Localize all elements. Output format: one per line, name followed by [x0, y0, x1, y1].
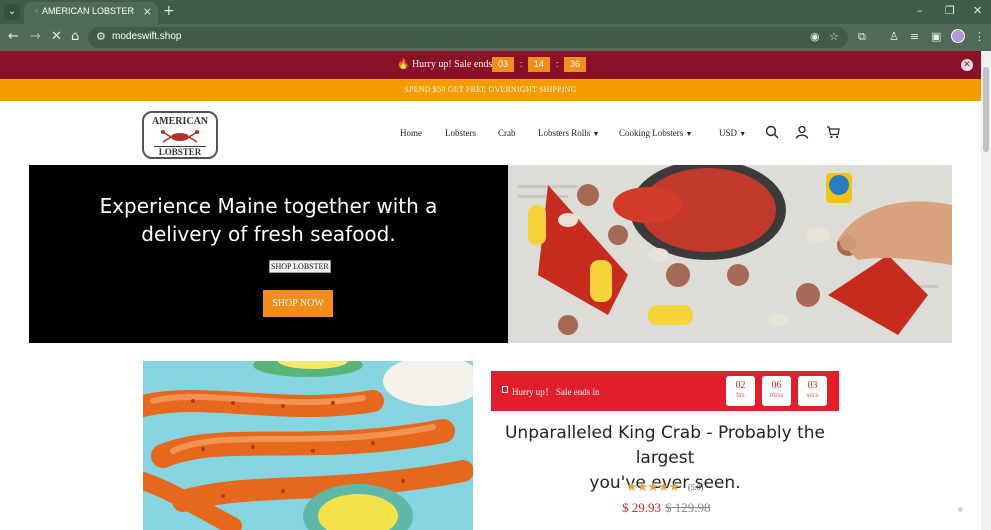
countdown-hrs-value: 02: [735, 380, 746, 391]
countdown-secs-label: secs: [806, 391, 819, 399]
hero-title: Experience Maine together with a deliver…: [29, 192, 508, 248]
browser-tab-bar: ⌄ ◦ AMERICAN LOBSTER × + – ❐ ✕: [0, 0, 991, 24]
page-scrollbar[interactable]: [981, 51, 991, 530]
new-tab-icon[interactable]: +: [163, 3, 175, 19]
extensions-icon[interactable]: ⧉: [858, 30, 866, 44]
announcement-bar: 🔥 Hurry up! Sale ends in 03 : 14 : 36 ✕: [0, 51, 981, 79]
logo-text-top: AMERICAN: [151, 116, 209, 127]
forward-icon[interactable]: →: [30, 29, 41, 44]
chat-widget-dot[interactable]: [958, 507, 963, 512]
countdown-mins-value: 06: [771, 380, 782, 391]
shipping-banner: SPEND $50 GET FREE OVERNIGHT SHIPPING: [0, 79, 981, 101]
shop-now-button[interactable]: SHOP NOW: [263, 290, 333, 317]
lobster-logo-icon: [161, 130, 199, 143]
browser-tab[interactable]: ◦ AMERICAN LOBSTER ×: [24, 2, 158, 24]
nav-lobster-rolls-label: Lobsters Rolls: [538, 128, 591, 138]
king-crab-image: [143, 361, 473, 530]
nav-lobster-rolls[interactable]: Lobsters Rolls ▼: [538, 128, 599, 138]
window-close-icon[interactable]: ✕: [973, 4, 982, 17]
chevron-down-icon: ▼: [592, 130, 600, 138]
logo-text-bottom: LOBSTER: [154, 146, 206, 157]
nav-lobsters[interactable]: Lobsters: [445, 128, 476, 138]
bookmark-star-icon[interactable]: ☆: [829, 30, 839, 43]
address-bar[interactable]: ⚙ modeswift.shop ◉ ☆: [88, 27, 848, 48]
cart-icon[interactable]: [826, 125, 840, 143]
rating-value: (5.0): [688, 483, 704, 492]
rating-stars-icon: ★★★★★: [626, 480, 680, 495]
browser-menu-icon[interactable]: ⋮: [974, 30, 985, 43]
countdown-mins-label: mins: [769, 391, 784, 399]
hero-lobster-boil-image: [508, 165, 952, 343]
nav-cooking-lobsters-label: Cooking Lobsters: [619, 128, 684, 138]
countdown-seconds: 36: [564, 57, 586, 72]
minimize-icon[interactable]: –: [917, 4, 923, 17]
timer-icon: [502, 386, 508, 393]
announcement-text: 🔥 Hurry up! Sale ends in: [397, 59, 503, 70]
product-compare-price: $ 129.98: [665, 500, 711, 515]
maximize-icon[interactable]: ❐: [945, 4, 955, 17]
tab-favicon-icon: ◦: [34, 7, 39, 16]
chevron-down-icon: ▼: [685, 130, 693, 138]
tab-title: AMERICAN LOBSTER: [42, 6, 135, 16]
sale-countdown-text: Hurry up！ Sale ends in: [512, 387, 600, 397]
nav-home[interactable]: Home: [400, 128, 422, 138]
shipping-banner-text: SPEND $50 GET FREE OVERNIGHT SHIPPING: [404, 85, 577, 94]
browser-toolbar: ← → ✕ ⌂ ⚙ modeswift.shop ◉ ☆ ⧉ ♙ ≡ ▣ ⋮: [0, 24, 991, 51]
stop-loading-icon[interactable]: ✕: [51, 29, 62, 44]
countdown-mins-box: 06 mins: [762, 376, 791, 406]
site-header: AMERICAN LOBSTER Home Lobsters Crab Lobs…: [0, 101, 981, 165]
product-title-line-1: Unparalleled King Crab - Probably the la…: [504, 423, 826, 468]
account-icon[interactable]: [795, 125, 809, 143]
tab-search-icon[interactable]: ⌄: [4, 4, 20, 20]
countdown-secs-value: 03: [807, 380, 818, 391]
shop-lobster-link[interactable]: SHOP LOBSTER: [269, 260, 331, 273]
hero-text-panel: Experience Maine together with a deliver…: [29, 165, 508, 343]
countdown-hours: 03: [492, 57, 514, 72]
countdown-separator: :: [556, 59, 559, 69]
nav-cooking-lobsters[interactable]: Cooking Lobsters ▼: [619, 128, 692, 138]
search-icon[interactable]: [765, 125, 779, 143]
product-price: $ 29.93: [622, 500, 661, 515]
tracking-eye-icon[interactable]: ◉: [810, 30, 820, 43]
countdown-secs-box: 03 secs: [798, 376, 827, 406]
address-url: modeswift.shop: [112, 31, 182, 42]
countdown-hrs-label: hrs: [736, 391, 745, 399]
tab-close-icon[interactable]: ×: [143, 5, 152, 18]
countdown-minutes: 14: [528, 57, 550, 72]
back-icon[interactable]: ←: [8, 29, 19, 44]
profile-avatar[interactable]: [951, 29, 965, 43]
account-tools-icon[interactable]: ♙: [889, 30, 899, 43]
product-sale-countdown: Hurry up！ Sale ends in 02 hrs 06 mins 03…: [491, 371, 839, 411]
home-icon[interactable]: ⌂: [71, 29, 79, 44]
site-logo[interactable]: AMERICAN LOBSTER: [142, 111, 218, 159]
scrollbar-thumb[interactable]: [983, 67, 989, 152]
hero-title-line-1: Experience Maine together with a: [99, 194, 438, 218]
hero-title-line-2: delivery of fresh seafood.: [141, 222, 396, 246]
currency-selector[interactable]: USD ▼: [719, 128, 746, 138]
side-panel-icon[interactable]: ▣: [931, 30, 941, 43]
site-info-icon[interactable]: ⚙: [96, 30, 106, 43]
announcement-close-icon[interactable]: ✕: [961, 59, 973, 71]
chevron-down-icon: ▼: [739, 130, 747, 138]
media-controls-icon[interactable]: ≡: [910, 30, 919, 43]
currency-label: USD: [719, 128, 738, 138]
countdown-separator: :: [520, 59, 523, 69]
countdown-hrs-box: 02 hrs: [726, 376, 755, 406]
nav-crab[interactable]: Crab: [498, 128, 516, 138]
